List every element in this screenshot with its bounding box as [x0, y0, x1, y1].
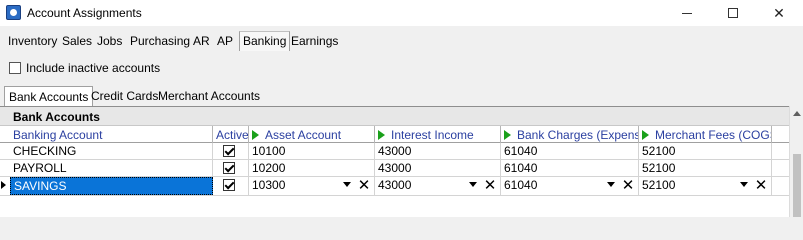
- include-inactive-label: Include inactive accounts: [26, 61, 161, 75]
- active-cell[interactable]: [213, 160, 249, 177]
- grid-header: Banking Account Active Asset Account Int…: [0, 126, 789, 143]
- bank-charges-value: 61040: [504, 178, 538, 192]
- scrollbar-thumb[interactable]: [793, 154, 801, 217]
- scroll-up-arrow-icon[interactable]: [793, 111, 801, 116]
- column-header-interest-income[interactable]: Interest Income: [375, 126, 501, 143]
- active-cell[interactable]: [213, 143, 249, 160]
- tab-inventory[interactable]: Inventory: [8, 34, 57, 48]
- asset-account-value: 10300: [252, 178, 286, 192]
- clear-x-icon[interactable]: ✕: [620, 177, 636, 193]
- window-title: Account Assignments: [27, 6, 142, 20]
- clear-x-icon[interactable]: ✕: [753, 177, 769, 193]
- clear-x-icon[interactable]: ✕: [356, 177, 372, 193]
- close-button[interactable]: ✕: [756, 0, 802, 26]
- title-bar: Account Assignments ✕: [0, 0, 803, 26]
- tab-banking[interactable]: Banking: [239, 31, 291, 51]
- maximize-button[interactable]: [710, 0, 756, 26]
- tab-ar[interactable]: AR: [193, 34, 210, 48]
- interest-income-value: 43000: [378, 178, 412, 192]
- minimize-button[interactable]: [664, 0, 710, 26]
- account-type-tabs: Bank Accounts Credit Cards Merchant Acco…: [0, 86, 803, 107]
- merchant-fees-value: 52100: [642, 178, 676, 192]
- column-header-bank-charges-label: Bank Charges (Expense): [517, 128, 639, 142]
- include-inactive-checkbox[interactable]: [9, 62, 21, 74]
- active-checkbox[interactable]: [223, 162, 235, 174]
- bank-charges-cell[interactable]: 61040: [501, 160, 639, 177]
- column-header-banking-account[interactable]: Banking Account: [10, 126, 213, 143]
- tab-jobs[interactable]: Jobs: [97, 34, 122, 48]
- app-icon: [6, 5, 21, 20]
- asset-account-cell[interactable]: 10100: [249, 143, 375, 160]
- active-checkbox[interactable]: [223, 179, 235, 191]
- merchant-fees-combo[interactable]: 52100 ✕: [639, 177, 772, 195]
- current-row-indicator-icon: [1, 181, 6, 189]
- category-tabs: Inventory Sales Jobs Purchasing AR AP Ba…: [0, 31, 803, 51]
- bank-accounts-grid: Bank Accounts Banking Account Active Ass…: [0, 106, 789, 217]
- bank-charges-cell[interactable]: 61040: [501, 143, 639, 160]
- column-header-active[interactable]: Active: [213, 126, 249, 143]
- lookup-marker-icon: [378, 130, 385, 140]
- dropdown-arrow-icon[interactable]: [607, 182, 615, 187]
- column-header-merchant-fees[interactable]: Merchant Fees (COGS): [639, 126, 772, 143]
- tab-merchant-accounts[interactable]: Merchant Accounts: [158, 89, 260, 103]
- bank-charges-combo[interactable]: 61040 ✕: [501, 177, 639, 195]
- clear-x-icon[interactable]: ✕: [482, 177, 498, 193]
- column-header-merchant-fees-label: Merchant Fees (COGS): [655, 128, 772, 142]
- minimize-icon: [682, 12, 692, 14]
- dropdown-arrow-icon[interactable]: [343, 182, 351, 187]
- dropdown-arrow-icon[interactable]: [740, 182, 748, 187]
- close-icon: ✕: [773, 4, 785, 21]
- vertical-scrollbar[interactable]: [789, 106, 803, 217]
- dropdown-arrow-icon[interactable]: [469, 182, 477, 187]
- grid-title: Bank Accounts: [0, 107, 789, 126]
- banking-account-cell[interactable]: PAYROLL: [10, 160, 213, 177]
- interest-income-combo[interactable]: 43000 ✕: [375, 177, 501, 195]
- maximize-icon: [728, 8, 738, 18]
- column-header-interest-income-label: Interest Income: [391, 128, 474, 142]
- column-header-asset-account-label: Asset Account: [265, 128, 342, 142]
- interest-income-cell[interactable]: 43000: [375, 160, 501, 177]
- lookup-marker-icon: [504, 130, 511, 140]
- active-checkbox[interactable]: [223, 145, 235, 157]
- merchant-fees-cell[interactable]: 52100: [639, 143, 772, 160]
- tab-earnings[interactable]: Earnings: [291, 34, 338, 48]
- merchant-fees-cell[interactable]: 52100: [639, 160, 772, 177]
- tab-sales[interactable]: Sales: [62, 34, 92, 48]
- table-row[interactable]: PAYROLL 10200 43000 61040 52100: [0, 160, 789, 177]
- active-cell[interactable]: [213, 177, 249, 195]
- column-header-asset-account[interactable]: Asset Account: [249, 126, 375, 143]
- table-row[interactable]: CHECKING 10100 43000 61040 52100: [0, 143, 789, 160]
- lookup-marker-icon: [252, 130, 259, 140]
- tab-ap[interactable]: AP: [217, 34, 233, 48]
- table-row-selected[interactable]: SAVINGS 10300 ✕ 43000 ✕ 61040 ✕ 52100 ✕: [0, 177, 789, 196]
- tab-purchasing[interactable]: Purchasing: [130, 34, 190, 48]
- asset-account-cell[interactable]: 10200: [249, 160, 375, 177]
- tab-bank-accounts[interactable]: Bank Accounts: [4, 86, 94, 107]
- column-header-bank-charges[interactable]: Bank Charges (Expense): [501, 126, 639, 143]
- tab-credit-cards[interactable]: Credit Cards: [91, 89, 158, 103]
- interest-income-cell[interactable]: 43000: [375, 143, 501, 160]
- banking-account-cell[interactable]: SAVINGS: [10, 177, 213, 195]
- banking-account-cell[interactable]: CHECKING: [10, 143, 213, 160]
- lookup-marker-icon: [642, 130, 649, 140]
- asset-account-combo[interactable]: 10300 ✕: [249, 177, 375, 195]
